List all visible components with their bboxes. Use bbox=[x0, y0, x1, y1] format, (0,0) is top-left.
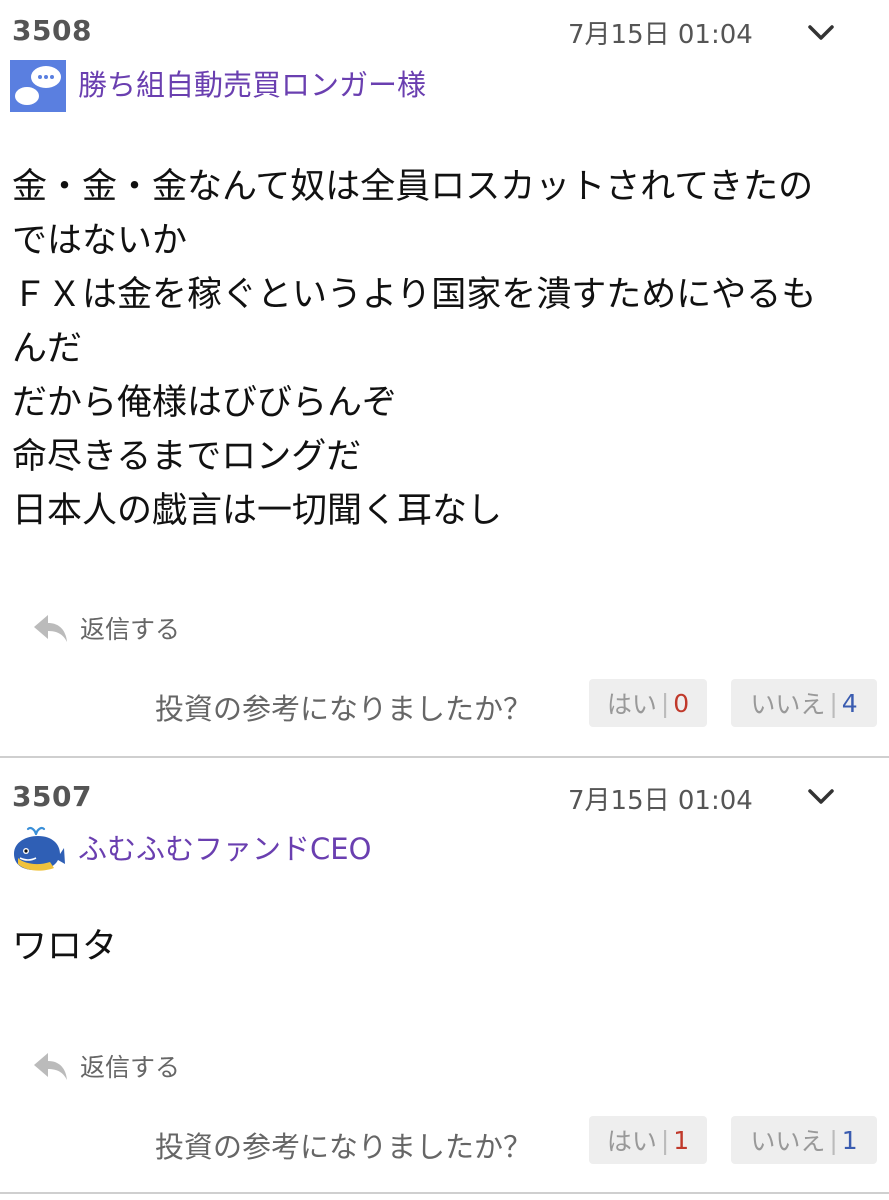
vote-yes-button[interactable]: はい | 1 bbox=[589, 1116, 707, 1164]
chevron-down-icon[interactable] bbox=[804, 16, 838, 50]
body-line: 日本人の戯言は一切聞く耳なし bbox=[12, 491, 503, 531]
chevron-down-icon[interactable] bbox=[804, 780, 838, 814]
comment-post: 3507 7月15日 01:04 ふむふむファンドCEO ワロタ 返信する 投資… bbox=[0, 758, 889, 1194]
body-line: ＦＸは金を稼ぐというより国家を潰すためにやるも bbox=[12, 275, 817, 315]
avatar[interactable] bbox=[10, 60, 66, 112]
post-timestamp: 7月15日 01:04 bbox=[568, 786, 753, 816]
vote-no-count: 1 bbox=[841, 1125, 858, 1155]
post-body: 金・金・金なんて奴は全員ロスカットされてきたの ではないか ＦＸは金を稼ぐという… bbox=[12, 160, 872, 538]
reply-arrow-icon bbox=[34, 615, 67, 642]
vote-yes-label: はい bbox=[606, 1127, 657, 1156]
body-line: んだ bbox=[12, 329, 83, 369]
post-number: 3507 bbox=[12, 780, 92, 813]
reply-label: 返信する bbox=[80, 615, 181, 644]
body-line: だから俺様はびびらんぞ bbox=[12, 383, 398, 423]
vote-no-button[interactable]: いいえ | 4 bbox=[731, 679, 877, 727]
helpful-question: 投資の参考になりましたか？ bbox=[155, 1130, 533, 1164]
vote-yes-count: 0 bbox=[673, 688, 690, 718]
vote-no-count: 4 bbox=[841, 688, 858, 718]
reply-button[interactable]: 返信する bbox=[32, 1048, 180, 1084]
username-link[interactable]: 勝ち組自動売買ロンガー様 bbox=[78, 62, 426, 104]
vote-yes-button[interactable]: はい | 0 bbox=[589, 679, 707, 727]
body-line: 命尽きるまでロングだ bbox=[12, 437, 362, 477]
body-line: ではないか bbox=[12, 221, 188, 261]
helpful-question: 投資の参考になりましたか？ bbox=[155, 692, 533, 726]
comment-post: 3508 7月15日 01:04 勝ち組自動売買ロンガー様 金・金・金なんて奴は… bbox=[0, 0, 889, 758]
body-line: ワロタ bbox=[12, 927, 118, 967]
vote-no-label: いいえ bbox=[750, 1127, 826, 1156]
avatar[interactable] bbox=[10, 824, 66, 876]
vote-no-button[interactable]: いいえ | 1 bbox=[731, 1116, 877, 1164]
reply-label: 返信する bbox=[80, 1053, 181, 1082]
vote-no-label: いいえ bbox=[750, 690, 826, 719]
post-number: 3508 bbox=[12, 14, 92, 47]
username-link[interactable]: ふむふむファンドCEO bbox=[78, 826, 371, 868]
reply-arrow-icon bbox=[34, 1053, 67, 1080]
vote-yes-label: はい bbox=[606, 690, 657, 719]
post-timestamp: 7月15日 01:04 bbox=[568, 20, 753, 50]
vote-yes-count: 1 bbox=[673, 1125, 690, 1155]
reply-button[interactable]: 返信する bbox=[32, 610, 180, 646]
body-line: 金・金・金なんて奴は全員ロスカットされてきたの bbox=[12, 167, 814, 207]
post-body: ワロタ bbox=[12, 920, 872, 974]
